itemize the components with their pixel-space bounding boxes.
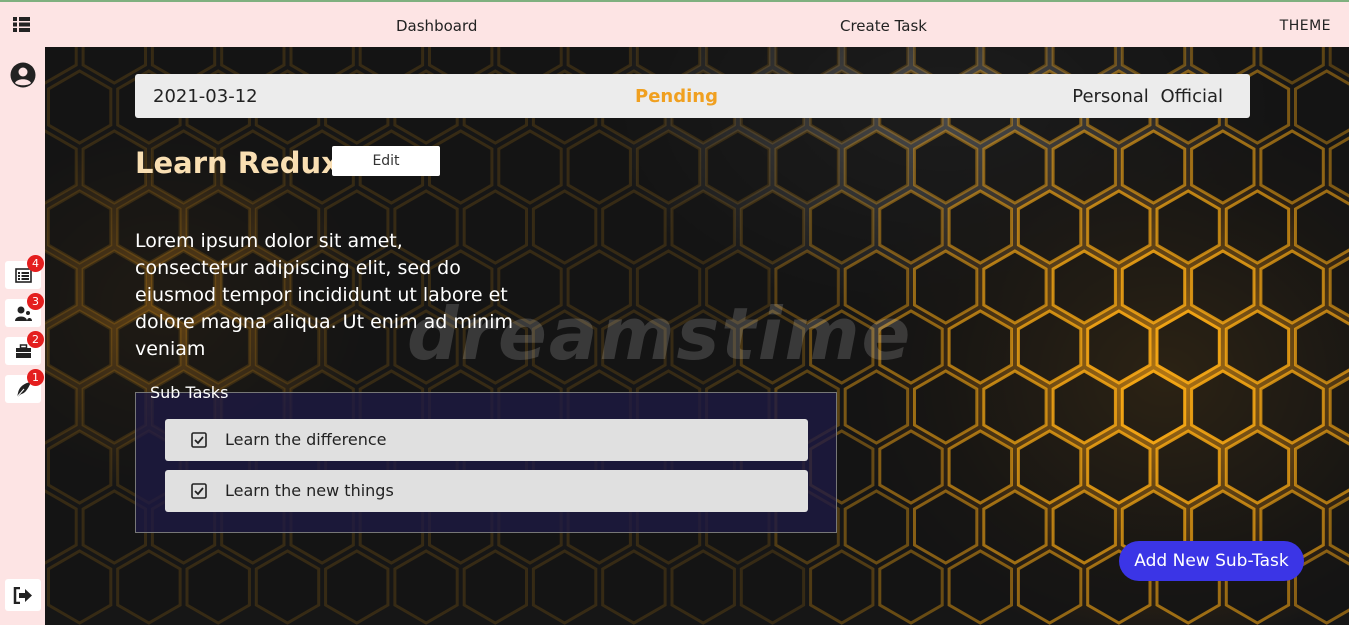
badge-count: 2	[27, 331, 44, 348]
edit-button[interactable]: Edit	[332, 146, 440, 176]
task-title: Learn Redux	[135, 146, 340, 180]
badge-count: 1	[27, 369, 44, 386]
category-tag: Personal	[1072, 86, 1149, 107]
subtask-label: Learn the difference	[225, 430, 387, 449]
task-status: Pending	[635, 86, 718, 107]
checkbox-checked-icon[interactable]	[191, 432, 207, 448]
sign-out-icon	[13, 586, 32, 604]
nav-create-task-link[interactable]: Create Task	[840, 17, 927, 35]
category-tag: Official	[1160, 86, 1224, 107]
task-date: 2021-03-12	[153, 86, 258, 107]
sidebar-item-users[interactable]: 3	[5, 293, 44, 327]
grid-list-icon[interactable]	[13, 17, 30, 32]
subtasks-fieldset: Sub Tasks Learn the difference Learn the…	[135, 383, 837, 533]
task-description: Lorem ipsum dolor sit amet, consectetur …	[135, 230, 513, 360]
logout-button[interactable]	[5, 579, 41, 611]
subtask-item[interactable]: Learn the new things	[165, 470, 808, 512]
theme-button[interactable]: THEME	[1280, 18, 1331, 34]
task-categories: Personal Official	[1066, 86, 1223, 107]
badge-count: 3	[27, 293, 44, 310]
badge-count: 4	[27, 255, 44, 272]
nav-dashboard-link[interactable]: Dashboard	[396, 17, 477, 35]
task-info-bar: 2021-03-12 Pending Personal Official	[135, 74, 1250, 118]
top-bar: Dashboard Create Task THEME	[0, 0, 1349, 47]
sidebar: 4 3 2 1	[0, 47, 45, 625]
sidebar-item-work[interactable]: 2	[5, 331, 44, 365]
sidebar-item-tasks[interactable]: 4	[5, 255, 44, 289]
subtask-item[interactable]: Learn the difference	[165, 419, 808, 461]
user-circle-icon[interactable]	[10, 62, 36, 88]
checkbox-checked-icon[interactable]	[191, 483, 207, 499]
task-detail-main: dreamstime 2021-03-12 Pending Personal O…	[45, 47, 1349, 625]
add-subtask-button[interactable]: Add New Sub-Task	[1119, 541, 1304, 581]
sidebar-item-notes[interactable]: 1	[5, 369, 44, 403]
subtask-label: Learn the new things	[225, 481, 394, 500]
subtasks-legend: Sub Tasks	[150, 383, 229, 402]
